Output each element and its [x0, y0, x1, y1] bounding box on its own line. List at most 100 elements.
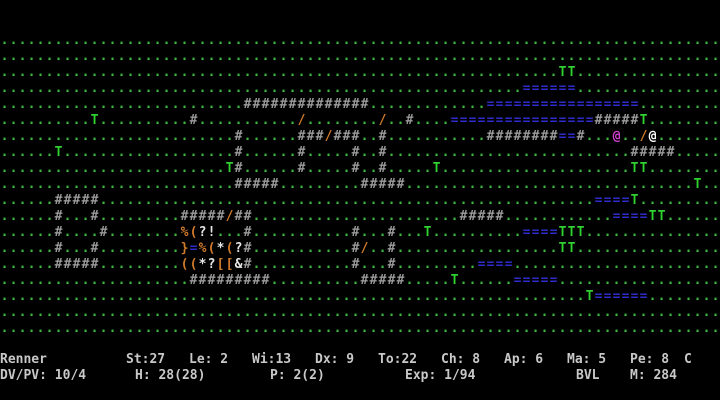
- grass-tile: .: [703, 49, 711, 64]
- grass-tile: .: [262, 289, 270, 304]
- stat-appearance: Ap: 6: [504, 352, 544, 367]
- grass-tile: .: [271, 49, 279, 64]
- grass-tile: .: [415, 161, 423, 176]
- grass-tile: .: [388, 145, 396, 160]
- grass-tile: .: [460, 161, 468, 176]
- grass-tile: .: [568, 289, 576, 304]
- water-tile: =: [568, 97, 576, 112]
- grass-tile: .: [559, 257, 567, 272]
- grass-tile: .: [37, 193, 45, 208]
- grass-tile: .: [217, 97, 225, 112]
- grass-tile: .: [10, 129, 18, 144]
- stat-learning: Le: 2: [189, 352, 229, 367]
- grass-tile: .: [145, 225, 153, 240]
- grass-tile: .: [316, 289, 324, 304]
- grass-tile: .: [163, 161, 171, 176]
- grass-tile: .: [532, 33, 540, 48]
- grass-tile: .: [235, 33, 243, 48]
- grass-tile: .: [433, 289, 441, 304]
- grass-tile: .: [649, 241, 657, 256]
- wall-tile: #: [604, 113, 612, 128]
- grass-tile: .: [10, 321, 18, 336]
- grass-tile: .: [604, 273, 612, 288]
- grass-tile: .: [91, 321, 99, 336]
- grass-tile: .: [199, 81, 207, 96]
- grass-tile: .: [316, 65, 324, 80]
- grass-tile: .: [127, 97, 135, 112]
- grass-tile: .: [271, 33, 279, 48]
- grass-tile: .: [667, 65, 675, 80]
- grass-tile: .: [640, 193, 648, 208]
- grass-tile: .: [379, 209, 387, 224]
- game-map[interactable]: ........................................…: [0, 0, 720, 352]
- grass-tile: .: [118, 177, 126, 192]
- tree-tile: T: [631, 161, 639, 176]
- grass-tile: .: [325, 241, 333, 256]
- grass-tile: .: [46, 225, 54, 240]
- grass-tile: .: [406, 321, 414, 336]
- grass-tile: .: [181, 177, 189, 192]
- grass-tile: .: [361, 33, 369, 48]
- grass-tile: .: [640, 81, 648, 96]
- grass-tile: .: [181, 113, 189, 128]
- grass-tile: .: [595, 65, 603, 80]
- water-tile: =: [541, 97, 549, 112]
- wall-tile: #: [667, 145, 675, 160]
- grass-tile: .: [46, 193, 54, 208]
- grass-tile: .: [91, 177, 99, 192]
- grass-tile: .: [703, 113, 711, 128]
- grass-tile: .: [406, 177, 414, 192]
- grass-tile: .: [217, 113, 225, 128]
- grass-tile: .: [406, 273, 414, 288]
- grass-tile: .: [622, 81, 630, 96]
- grass-tile: .: [280, 33, 288, 48]
- grass-tile: .: [208, 289, 216, 304]
- grass-tile: .: [190, 97, 198, 112]
- grass-tile: .: [658, 305, 666, 320]
- grass-tile: .: [154, 33, 162, 48]
- grass-tile: .: [496, 49, 504, 64]
- grass-tile: .: [280, 257, 288, 272]
- grass-tile: .: [325, 113, 333, 128]
- grass-tile: .: [217, 193, 225, 208]
- grass-tile: .: [667, 161, 675, 176]
- grass-tile: .: [388, 129, 396, 144]
- grass-tile: .: [577, 209, 585, 224]
- grass-tile: .: [586, 145, 594, 160]
- grass-tile: .: [55, 65, 63, 80]
- grass-tile: .: [316, 33, 324, 48]
- grass-tile: .: [217, 49, 225, 64]
- item-scroll: ?: [235, 241, 243, 256]
- grass-tile: .: [10, 113, 18, 128]
- grass-tile: .: [190, 145, 198, 160]
- grass-tile: .: [19, 177, 27, 192]
- wall-tile: #: [64, 193, 72, 208]
- tree-tile: T: [559, 225, 567, 240]
- grass-tile: .: [577, 65, 585, 80]
- grass-tile: .: [343, 81, 351, 96]
- grass-tile: .: [667, 289, 675, 304]
- grass-tile: .: [658, 321, 666, 336]
- grass-tile: .: [73, 225, 81, 240]
- grass-tile: .: [649, 81, 657, 96]
- grass-tile: .: [559, 177, 567, 192]
- grass-tile: .: [244, 129, 252, 144]
- grass-tile: .: [253, 241, 261, 256]
- grass-tile: .: [433, 225, 441, 240]
- wall-tile: #: [298, 129, 306, 144]
- grass-tile: .: [451, 65, 459, 80]
- grass-tile: .: [406, 241, 414, 256]
- stat-toughness: To:22: [378, 352, 418, 367]
- grass-tile: .: [604, 49, 612, 64]
- water-tile: =: [532, 97, 540, 112]
- grass-tile: .: [280, 81, 288, 96]
- water-tile: =: [595, 97, 603, 112]
- grass-tile: .: [577, 177, 585, 192]
- grass-tile: .: [145, 257, 153, 272]
- grass-tile: .: [613, 81, 621, 96]
- grass-tile: .: [91, 97, 99, 112]
- grass-tile: .: [46, 305, 54, 320]
- grass-tile: .: [505, 145, 513, 160]
- grass-tile: .: [46, 209, 54, 224]
- grass-tile: .: [100, 193, 108, 208]
